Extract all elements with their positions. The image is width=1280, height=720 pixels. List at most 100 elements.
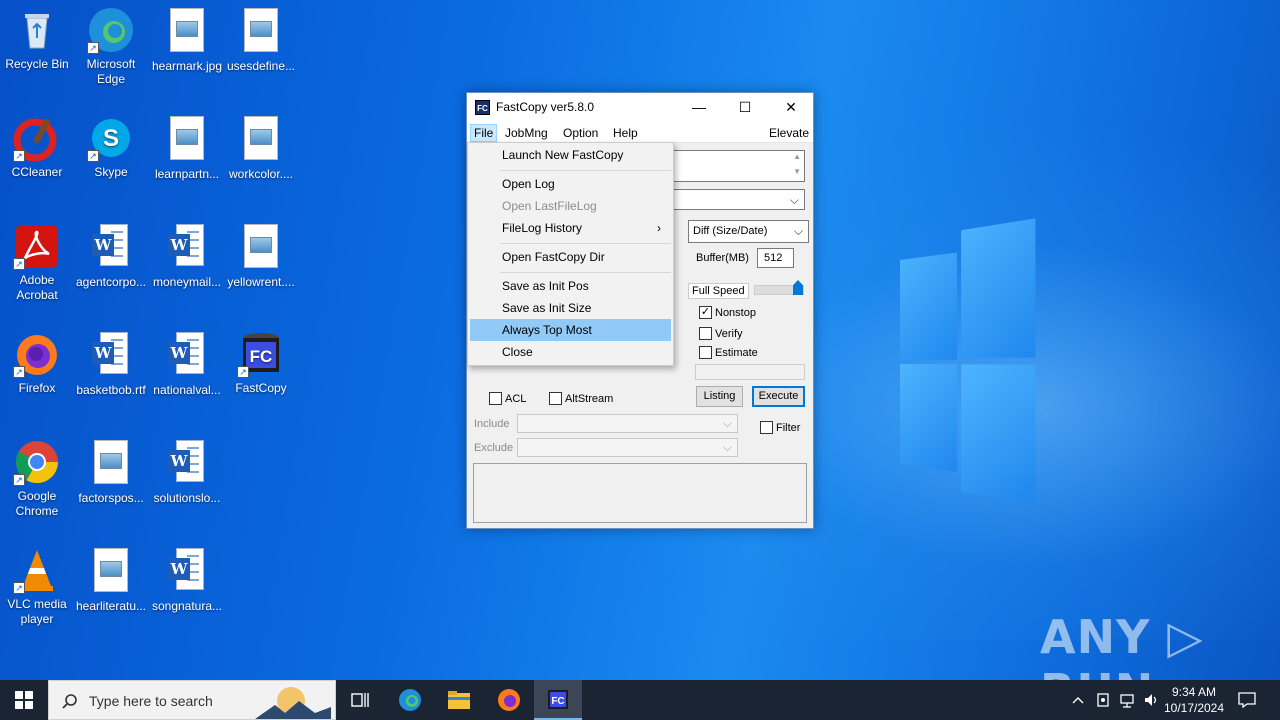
word-doc-icon: W xyxy=(168,548,206,592)
desktop-icon-usesdefine[interactable]: usesdefine... xyxy=(224,6,298,74)
exclude-combo[interactable]: ⌵ xyxy=(517,438,738,457)
speed-slider[interactable] xyxy=(754,280,804,295)
desktop-icon-acrobat[interactable]: ↗ Adobe Acrobat xyxy=(0,222,74,303)
search-icon xyxy=(62,694,77,709)
desktop-icon-fastcopy[interactable]: FC ↗ FastCopy xyxy=(224,330,298,396)
menu-bar: File JobMng Option Help Elevate xyxy=(467,121,813,143)
chevron-down-icon: ⌵ xyxy=(789,193,799,207)
start-button[interactable] xyxy=(0,680,48,720)
desktop-icon-basketbob[interactable]: W basketbob.rtf xyxy=(74,330,148,398)
menu-elevate[interactable]: Elevate xyxy=(765,124,813,142)
desktop-icon-label: Recycle Bin xyxy=(5,57,69,71)
menu-item-filelog-history[interactable]: FileLog History › xyxy=(470,217,671,239)
notification-center-icon[interactable] xyxy=(1232,680,1262,720)
desktop-icon-solutionslo[interactable]: W solutionslo... xyxy=(150,438,224,506)
copy-mode-select[interactable]: Diff (Size/Date) ⌵ xyxy=(688,220,809,243)
listing-button[interactable]: Listing xyxy=(696,386,743,407)
altstream-checkbox[interactable]: AltStream xyxy=(549,392,613,405)
desktop-icon-factorspos[interactable]: factorspos... xyxy=(74,438,148,506)
desktop-icon-moneymail[interactable]: W moneymail... xyxy=(150,222,224,290)
execute-button[interactable]: Execute xyxy=(752,386,805,407)
acrobat-icon: ↗ xyxy=(13,222,61,270)
desktop-icon-learnpartn[interactable]: learnpartn... xyxy=(150,114,224,182)
desktop-icon-hearliteratu[interactable]: hearliteratu... xyxy=(74,546,148,614)
status-box xyxy=(695,364,805,380)
desktop-icon-nationalval[interactable]: W nationalval... xyxy=(150,330,224,398)
desktop-icon-hearmark[interactable]: hearmark.jpg xyxy=(150,6,224,74)
shortcut-arrow-icon: ↗ xyxy=(13,150,25,162)
desktop-icon-label: factorspos... xyxy=(78,491,144,505)
task-view-button[interactable] xyxy=(336,680,384,720)
menu-help[interactable]: Help xyxy=(609,124,642,142)
volume-icon[interactable] xyxy=(1140,680,1162,720)
tray-device-icon[interactable] xyxy=(1092,680,1114,720)
nonstop-checkbox[interactable]: ✓ Nonstop xyxy=(699,306,756,319)
taskbar-search-box[interactable]: Type here to search xyxy=(48,680,336,720)
desktop-icon-songnatura[interactable]: W songnatura... xyxy=(150,546,224,614)
menu-item-save-init-pos[interactable]: Save as Init Pos xyxy=(470,275,671,297)
desktop-icon-chrome[interactable]: ↗ Google Chrome xyxy=(0,438,74,519)
shortcut-arrow-icon: ↗ xyxy=(87,42,99,54)
menu-item-launch-new[interactable]: Launch New FastCopy xyxy=(470,144,671,166)
menu-option[interactable]: Option xyxy=(559,124,602,142)
include-combo[interactable]: ⌵ xyxy=(517,414,738,433)
chevron-down-icon: ⌵ xyxy=(722,440,732,454)
search-highlight-icon xyxy=(255,687,331,719)
desktop-icon-skype[interactable]: S ↗ Skype xyxy=(74,114,148,180)
speed-slider-thumb[interactable] xyxy=(793,280,803,295)
menu-item-save-init-size[interactable]: Save as Init Size xyxy=(470,297,671,319)
desktop-icon-ccleaner[interactable]: ↗ CCleaner xyxy=(0,114,74,180)
taskbar-fastcopy-button[interactable]: FC xyxy=(534,680,582,720)
menu-item-open-lastfilelog[interactable]: Open LastFileLog xyxy=(470,195,671,217)
recycle-bin-icon xyxy=(13,6,61,54)
destination-combo[interactable]: ⌵ xyxy=(673,189,805,210)
menu-file[interactable]: File xyxy=(470,124,498,142)
image-file-icon xyxy=(94,440,128,484)
menu-item-close[interactable]: Close xyxy=(470,341,671,363)
desktop-icon-label: Microsoft Edge xyxy=(86,57,136,86)
menu-item-open-fastcopy-dir[interactable]: Open FastCopy Dir xyxy=(470,246,671,268)
scroll-up-icon[interactable]: ▲ xyxy=(793,152,801,161)
desktop-icon-firefox[interactable]: ↗ Firefox xyxy=(0,330,74,396)
folder-icon xyxy=(448,691,470,709)
source-field[interactable]: ▲ ▼ xyxy=(673,150,805,182)
clock-date: 10/17/2024 xyxy=(1163,701,1225,715)
taskbar-edge-button[interactable] xyxy=(386,680,434,720)
estimate-checkbox[interactable]: Estimate xyxy=(699,346,758,359)
desktop-icon-recycle-bin[interactable]: Recycle Bin xyxy=(0,6,74,72)
close-button[interactable]: ✕ xyxy=(768,93,814,121)
fastcopy-icon: FC xyxy=(548,690,568,709)
log-area[interactable] xyxy=(473,463,807,523)
altstream-label: AltStream xyxy=(565,392,614,405)
desktop-icon-agentcorpo[interactable]: W agentcorpo... xyxy=(74,222,148,290)
title-bar[interactable]: FC FastCopy ver5.8.0 — ☐ ✕ xyxy=(467,93,813,121)
taskbar-firefox-button[interactable] xyxy=(485,680,533,720)
menu-item-always-top-most[interactable]: Always Top Most xyxy=(470,319,671,341)
desktop-icon-edge[interactable]: ↗ Microsoft Edge xyxy=(74,6,148,87)
verify-checkbox[interactable]: Verify xyxy=(699,327,743,340)
desktop-icon-vlc[interactable]: ↗ VLC media player xyxy=(0,546,74,627)
maximize-button[interactable]: ☐ xyxy=(722,93,768,121)
acl-checkbox[interactable]: ACL xyxy=(489,392,526,405)
network-icon[interactable] xyxy=(1116,680,1138,720)
taskbar-clock[interactable]: 9:34 AM 10/17/2024 xyxy=(1160,684,1228,716)
desktop-icon-yellowrent[interactable]: yellowrent.... xyxy=(224,222,298,290)
image-file-icon xyxy=(244,116,278,160)
desktop-icon-label: VLC media player xyxy=(7,597,67,626)
filter-checkbox[interactable]: Filter xyxy=(760,421,800,434)
buffer-input[interactable]: 512 xyxy=(757,248,794,268)
tray-overflow-chevron-icon[interactable] xyxy=(1068,680,1088,720)
desktop-icon-label: learnpartn... xyxy=(154,167,220,181)
window-title: FastCopy ver5.8.0 xyxy=(496,100,595,114)
minimize-button[interactable]: — xyxy=(676,93,722,121)
menu-jobmng[interactable]: JobMng xyxy=(501,124,552,142)
shortcut-arrow-icon: ↗ xyxy=(13,582,25,594)
desktop-icon-label: Firefox xyxy=(18,381,56,395)
desktop-icon-label: CCleaner xyxy=(11,165,63,179)
desktop-icon-workcolor[interactable]: workcolor.... xyxy=(224,114,298,182)
menu-item-open-log[interactable]: Open Log xyxy=(470,173,671,195)
estimate-label: Estimate xyxy=(715,346,758,359)
taskbar-explorer-button[interactable] xyxy=(435,680,483,720)
windows-wallpaper-logo xyxy=(900,218,1036,504)
scroll-down-icon[interactable]: ▼ xyxy=(793,167,801,176)
